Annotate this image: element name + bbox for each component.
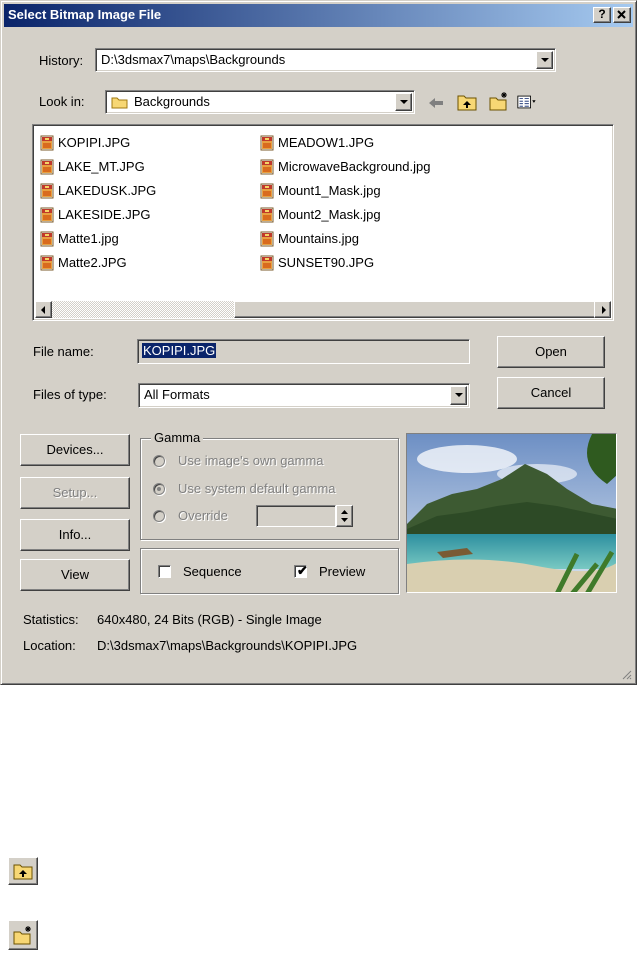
jpg-file-icon	[259, 231, 275, 247]
jpg-file-icon	[39, 159, 55, 175]
jpg-file-icon	[39, 231, 55, 247]
window-title: Select Bitmap Image File	[8, 7, 162, 22]
folder-icon	[111, 97, 128, 109]
history-label: History:	[39, 53, 84, 68]
close-icon	[617, 10, 626, 19]
jpg-file-icon	[259, 207, 275, 223]
view-menu-icon[interactable]	[517, 92, 539, 112]
devices-button[interactable]: Devices...	[20, 434, 130, 466]
jpg-file-icon	[259, 159, 275, 175]
cancel-button[interactable]: Cancel	[497, 377, 605, 409]
jpg-file-icon	[39, 255, 55, 271]
location-label: Location:	[23, 638, 76, 653]
gamma-group-title: Gamma	[151, 430, 204, 445]
gamma-override-label: Override	[178, 508, 228, 523]
gamma-system-label: Use system default gamma	[178, 481, 336, 496]
select-bitmap-dialog: Select Bitmap Image File ? History: D:\3…	[0, 0, 637, 685]
resize-grip-icon[interactable]	[620, 668, 632, 680]
sequence-checkbox[interactable]	[158, 565, 171, 578]
sequence-label: Sequence	[183, 564, 242, 579]
spinner-arrows-icon	[341, 510, 348, 522]
location-value: D:\3dsmax7\maps\Backgrounds\KOPIPI.JPG	[97, 638, 358, 653]
gamma-override-field[interactable]	[256, 505, 336, 527]
filetype-dropdown-button[interactable]	[450, 386, 467, 405]
jpg-file-icon	[39, 135, 55, 151]
statistics-value: 640x480, 24 Bits (RGB) - Single Image	[97, 612, 322, 627]
chevron-down-icon	[541, 58, 549, 62]
gamma-override-radio[interactable]	[153, 510, 165, 522]
filename-value: KOPIPI.JPG	[142, 343, 217, 358]
image-preview	[406, 433, 617, 593]
title-bar[interactable]: Select Bitmap Image File ?	[4, 4, 633, 27]
setup-button[interactable]: Setup...	[20, 477, 130, 509]
jpg-file-icon	[39, 183, 55, 199]
arrow-left-icon	[41, 306, 45, 314]
preview-label: Preview	[319, 564, 366, 579]
jpg-file-icon	[259, 183, 275, 199]
scroll-thumb[interactable]	[234, 301, 596, 318]
horizontal-scrollbar[interactable]	[35, 301, 611, 318]
history-dropdown-button[interactable]	[536, 51, 553, 69]
new-folder-icon[interactable]	[488, 91, 510, 111]
filetype-value: All Formats	[144, 387, 210, 402]
options-group: Sequence ✔ Preview	[140, 548, 399, 594]
info-button[interactable]: Info...	[20, 519, 130, 551]
lookin-label: Look in:	[39, 94, 85, 109]
help-button[interactable]: ?	[593, 7, 611, 23]
jpg-file-icon	[39, 207, 55, 223]
scroll-right-button[interactable]	[594, 301, 611, 318]
gamma-override-spinner[interactable]	[336, 505, 353, 527]
lookin-dropdown-button[interactable]	[395, 93, 412, 111]
jpg-file-icon	[259, 135, 275, 151]
close-button[interactable]	[613, 7, 631, 23]
checkmark-icon: ✔	[297, 563, 308, 578]
up-folder-icon[interactable]	[456, 92, 478, 112]
chevron-down-icon	[400, 100, 408, 104]
filename-field[interactable]: KOPIPI.JPG	[137, 339, 470, 364]
statistics-label: Statistics:	[23, 612, 79, 627]
filename-label: File name:	[33, 344, 94, 359]
scroll-left-button[interactable]	[35, 301, 52, 318]
tropical-beach-preview-image	[407, 434, 616, 592]
jpg-file-icon	[259, 255, 275, 271]
gamma-group: Gamma Use image's own gamma Use system d…	[140, 430, 399, 540]
up-folder-button[interactable]	[8, 857, 38, 885]
preview-checkbox[interactable]: ✔	[294, 563, 308, 578]
gamma-system-radio[interactable]	[153, 483, 165, 495]
file-list[interactable]: KOPIPI.JPG LAKE_MT.JPG LAKEDUSK.JPG LAKE…	[32, 124, 614, 321]
lookin-value: Backgrounds	[134, 94, 210, 109]
back-arrow-icon[interactable]	[425, 93, 447, 113]
lookin-combo[interactable]: Backgrounds	[105, 90, 415, 114]
filetype-label: Files of type:	[33, 387, 107, 402]
open-button[interactable]: Open	[497, 336, 605, 368]
up-folder-icon	[13, 864, 33, 880]
filetype-combo[interactable]: All Formats	[138, 383, 470, 408]
view-button[interactable]: View	[20, 559, 130, 591]
gamma-own-radio[interactable]	[153, 455, 165, 467]
history-combo[interactable]: D:\3dsmax7\maps\Backgrounds	[95, 48, 556, 72]
gamma-own-label: Use image's own gamma	[178, 453, 324, 468]
new-folder-icon	[13, 926, 31, 945]
chevron-down-icon	[455, 393, 463, 397]
history-value: D:\3dsmax7\maps\Backgrounds	[101, 52, 286, 67]
arrow-right-icon	[602, 306, 606, 314]
new-folder-button[interactable]	[8, 920, 38, 950]
